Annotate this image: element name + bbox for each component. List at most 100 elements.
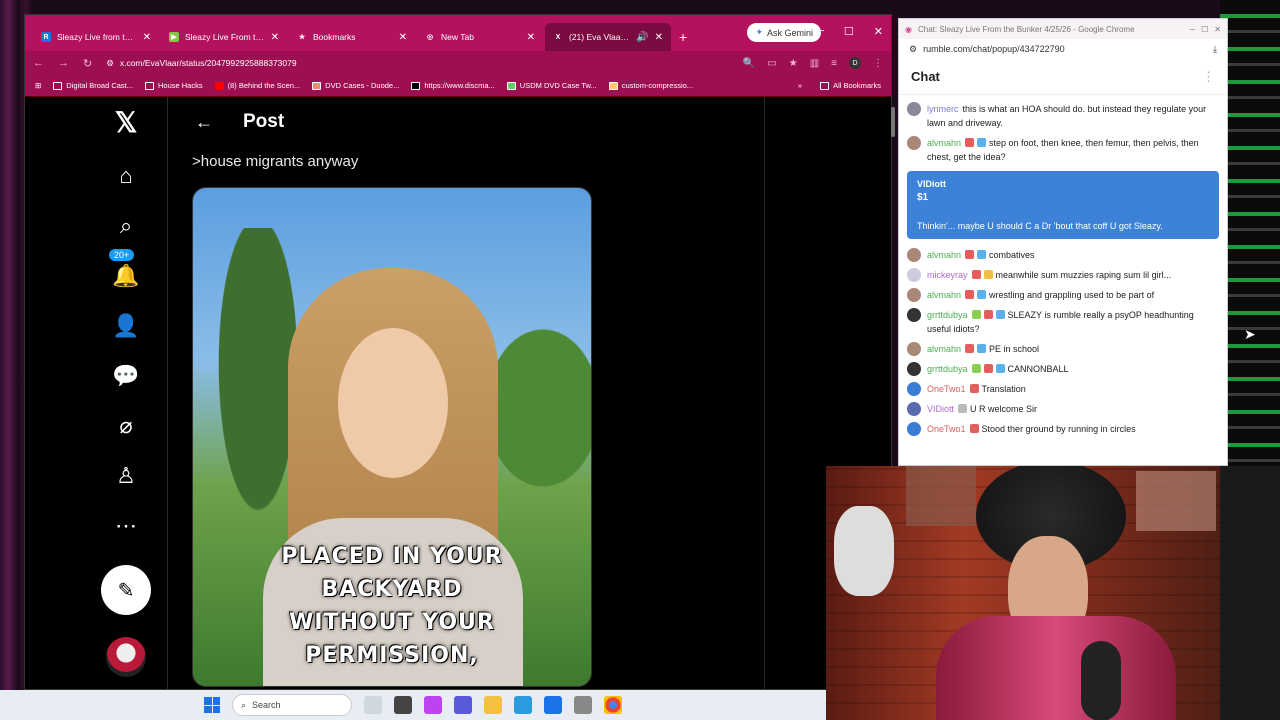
maximize-icon[interactable]: ☐ [1201,25,1208,34]
tab-sleazy-live[interactable]: ▶ Sleazy Live From the Bunker ✕ [161,23,287,51]
close-icon[interactable]: ✕ [271,32,279,43]
scrollbar[interactable] [891,107,895,137]
close-icon[interactable]: ✕ [143,32,151,43]
menu-icon[interactable]: ⋮ [873,58,883,69]
windows-start-icon[interactable] [204,697,220,713]
speaker-icon[interactable]: 🔊 [636,32,648,43]
ask-gemini-button[interactable]: ✦ Ask Gemini [747,23,821,42]
username[interactable]: mickeyray [927,270,968,280]
search-icon[interactable]: ⌕ [111,211,141,241]
edge-icon[interactable] [514,696,532,714]
tab-new-tab[interactable]: ◎ New Tab ✕ [417,23,543,51]
notifications-icon[interactable]: 🔔 20+ [109,249,141,291]
back-icon[interactable]: ← [33,57,44,69]
compose-post-button[interactable]: ✎ [101,565,151,615]
chat-message: alvmahn PE in school [907,339,1219,359]
tab-x-post[interactable]: X (21) Eva Vlaardinger 🔊 ✕ [545,23,671,51]
teams-icon[interactable] [454,696,472,714]
bookmark-item[interactable]: custom-compressio... [608,81,693,90]
post-video[interactable]: PLACED IN YOUR BACKYARD WITHOUT YOUR PER… [192,187,592,687]
profile-avatar[interactable]: D [849,57,861,69]
profile-icon[interactable]: ♙ [111,461,141,491]
close-icon[interactable]: ✕ [399,32,407,43]
home-icon[interactable]: ⌂ [111,161,141,191]
messages-icon[interactable]: 💬 [111,361,141,391]
badge-icon [969,424,979,433]
chat-message: OneTwo1 Stood ther ground by running in c… [907,419,1219,439]
minimize-icon[interactable]: ─ [816,25,824,38]
username[interactable]: grrttdubya [927,310,968,320]
badge-icon [969,384,979,393]
avatar [907,102,921,116]
username[interactable]: OneTwo1 [927,384,966,394]
minimize-icon[interactable]: ─ [1189,25,1195,34]
bookmark-item[interactable]: House Hacks [145,81,203,90]
grok-icon[interactable]: ⌀ [111,411,141,441]
app-icon[interactable] [574,696,592,714]
bookmark-item[interactable]: Digital Broad Cast... [53,81,133,90]
chrome-icon: ◉ [905,24,912,34]
more-icon[interactable]: ⋯ [111,511,141,541]
store-icon[interactable] [544,696,562,714]
bookmark-item[interactable]: https://www.discma... [411,81,495,90]
taskbar: ⌕ Search [0,690,826,720]
address-bar[interactable]: ⚙ x.com/EvaVlaar/status/2047992925888373… [106,58,729,69]
new-tab-button[interactable]: + [679,29,687,45]
rant-username[interactable]: VIDiott [917,177,1209,191]
username[interactable]: lynmerc [927,104,959,114]
close-icon[interactable]: ✕ [527,32,535,43]
taskbar-search[interactable]: ⌕ Search [232,694,352,716]
url-text: rumble.com/chat/popup/434722790 [923,44,1065,54]
apps-icon[interactable]: ⊞ [35,81,41,90]
site-info-icon[interactable]: ⚙ [909,44,917,55]
badge-icon [983,270,993,279]
widgets-icon[interactable] [364,696,382,714]
back-arrow-icon[interactable]: ← [195,112,213,133]
follow-icon[interactable]: 👤 [111,311,141,341]
username[interactable]: grrttdubya [927,364,968,374]
all-bookmarks[interactable]: All Bookmarks [820,81,881,90]
close-window-icon[interactable]: ✕ [874,25,883,38]
bookmark-label: House Hacks [158,81,203,90]
cast-icon[interactable]: ▭ [767,58,776,69]
site-info-icon[interactable]: ⚙ [106,58,114,69]
reload-icon[interactable]: ↻ [83,57,92,70]
x-logo-icon[interactable]: 𝕏 [111,107,141,138]
chat-messages: lynmerc this is what an HOA should do. bu… [899,95,1227,465]
tab-label: New Tab [441,32,474,42]
gemini-icon: ✦ [755,27,763,37]
zoom-icon[interactable]: 🔍 [743,58,755,69]
username[interactable]: alvmahn [927,344,961,354]
bookmark-item[interactable]: (8) Behind the Scen... [214,81,300,90]
close-icon[interactable]: ✕ [655,32,663,43]
bookmark-star-icon[interactable]: ★ [789,58,798,69]
bookmark-item[interactable]: DVD Cases - Duode... [312,81,399,90]
tab-bookmarks[interactable]: ★ Bookmarks ✕ [289,23,415,51]
tab-sleazy-rumble[interactable]: R Sleazy Live from the Bunker ✕ [33,23,159,51]
webcam-overlay [826,466,1280,720]
extensions-icon[interactable]: ≡ [831,58,837,69]
username[interactable]: alvmahn [927,290,961,300]
bookmark-label: Digital Broad Cast... [66,81,133,90]
chat-menu-icon[interactable]: ⋮ [1202,69,1215,85]
task-view-icon[interactable] [394,696,412,714]
file-explorer-icon[interactable] [484,696,502,714]
more-bookmarks-icon[interactable]: » [798,81,802,90]
forward-icon[interactable]: → [58,57,69,69]
x-page: 𝕏 ⌂ ⌕ 🔔 20+ 👤 💬 ⌀ ♙ ⋯ ✎ ← Post >house mig… [25,97,895,689]
account-avatar[interactable] [106,637,146,677]
avatar [907,342,921,356]
username[interactable]: alvmahn [927,138,961,148]
download-icon[interactable]: ⤓ [1213,44,1217,55]
username[interactable]: OneTwo1 [927,424,966,434]
bookmark-item[interactable]: USDM DVD Case Tw... [506,81,597,90]
sidebar-icon[interactable]: ▥ [810,58,819,69]
close-window-icon[interactable]: ✕ [1214,25,1221,34]
chrome-taskbar-icon[interactable] [604,696,622,714]
maximize-icon[interactable]: ☐ [844,25,854,38]
username[interactable]: alvmahn [927,250,961,260]
username[interactable]: VIDiott [927,404,954,414]
copilot-icon[interactable] [424,696,442,714]
mouse-cursor-icon: ➤ [1244,326,1256,342]
chat-titlebar: ◉ Chat: Sleazy Live From the Bunker 4/25… [899,19,1227,39]
